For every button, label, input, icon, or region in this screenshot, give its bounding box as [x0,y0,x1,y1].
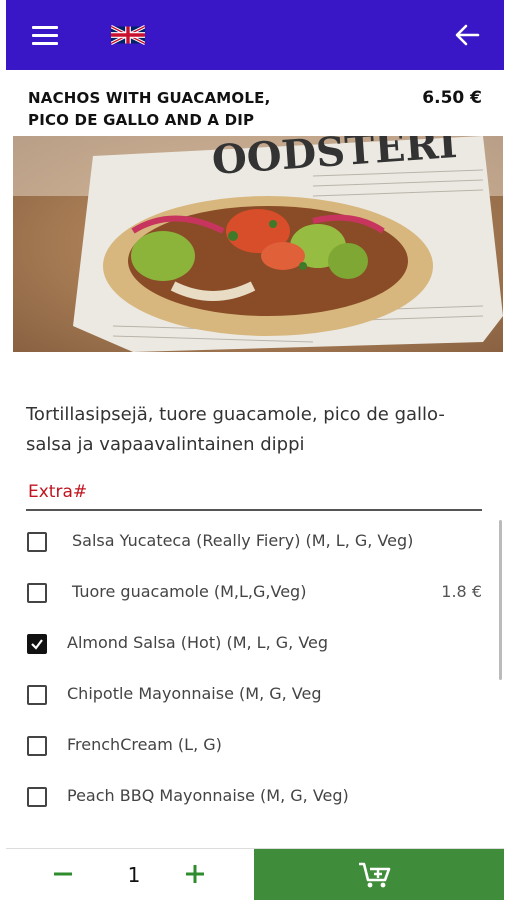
extras-heading: Extra# [28,482,88,502]
product-title-line: NACHOS WITH GUACAMOLE, [28,89,271,107]
extra-checkbox[interactable] [27,583,47,603]
hamburger-menu-icon[interactable] [32,26,58,46]
extra-checkbox[interactable] [27,532,47,552]
extra-checkbox[interactable] [27,736,47,756]
top-app-bar [6,0,504,70]
extra-option-price: 1.8 € [441,582,482,601]
product-price: 6.50 € [422,88,482,108]
extra-checkbox[interactable] [27,685,47,705]
extra-checkbox-checked[interactable] [27,634,47,654]
scrollbar[interactable] [499,520,502,680]
extra-option[interactable]: Salsa Yucateca (Really Fiery) (M, L, G, … [26,516,488,567]
extras-divider [26,509,482,511]
extra-option-label: Tuore guacamole (M,L,G,Veg) [72,582,307,601]
extra-option[interactable]: Tuore guacamole (M,L,G,Veg) 1.8 € [26,567,488,618]
extra-option-label: Peach BBQ Mayonnaise (M, G, Veg) [67,786,349,805]
arrow-left-icon[interactable] [454,23,480,47]
plus-icon[interactable] [184,863,206,885]
extra-option-label: FrenchCream (L, G) [67,735,222,754]
checkmark-icon [31,639,43,650]
extra-checkbox[interactable] [27,787,47,807]
extra-option[interactable]: Almond Salsa (Hot) (M, L, G, Veg [26,618,488,669]
extra-option-label: Salsa Yucateca (Really Fiery) (M, L, G, … [72,531,414,550]
app-frame: NACHOS WITH GUACAMOLE, PICO DE GALLO AND… [6,0,504,900]
quantity-value: 1 [127,863,141,887]
extra-option-label: Almond Salsa (Hot) (M, L, G, Veg [67,633,329,652]
bottom-action-bar: 1 [6,848,504,900]
add-to-cart-icon [359,862,391,888]
extras-options-list: Salsa Yucateca (Really Fiery) (M, L, G, … [26,516,488,822]
extra-option[interactable]: Chipotle Mayonnaise (M, G, Veg [26,669,488,720]
extra-option[interactable]: Peach BBQ Mayonnaise (M, G, Veg) [26,771,488,822]
product-photo: OODSTERI [13,136,503,352]
product-title: NACHOS WITH GUACAMOLE, PICO DE GALLO AND… [28,87,348,131]
product-title-line: PICO DE GALLO AND A DIP [28,111,255,129]
add-to-cart-button[interactable] [254,849,504,900]
minus-icon[interactable] [52,863,74,885]
product-description: Tortillasipsejä, tuore guacamole, pico d… [26,404,445,455]
extra-option[interactable]: FrenchCream (L, G) [26,720,488,771]
uk-flag-icon[interactable] [111,25,145,45]
extra-option-label: Chipotle Mayonnaise (M, G, Veg [67,684,322,703]
